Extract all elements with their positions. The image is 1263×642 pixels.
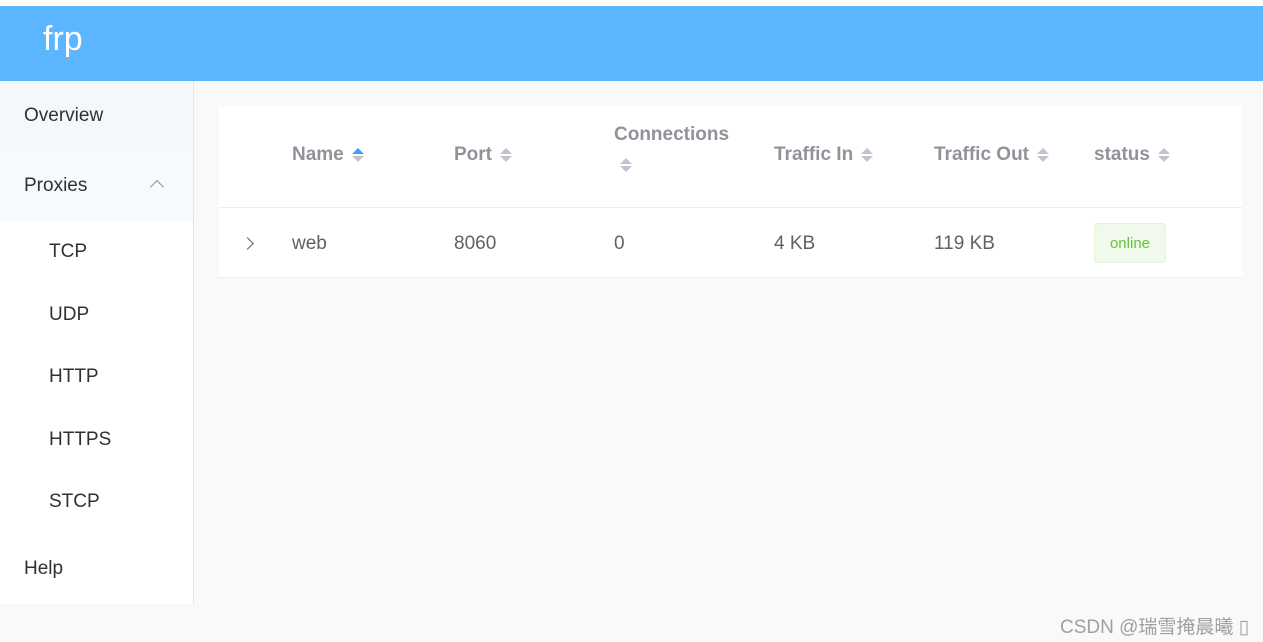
column-header-label: status: [1094, 144, 1150, 165]
cell-connections: 0: [614, 233, 625, 254]
sort-caret-icon[interactable]: [861, 148, 874, 162]
sort-caret-icon[interactable]: [500, 148, 512, 162]
column-header-label: Connections: [614, 124, 730, 145]
sidebar-item-proxies[interactable]: Proxies: [0, 151, 193, 221]
column-header-status[interactable]: status: [1094, 144, 1170, 166]
sidebar-item-label: HTTP: [49, 366, 99, 387]
column-header-label: Name: [292, 144, 344, 165]
sort-caret-icon[interactable]: [620, 158, 632, 172]
column-header-name[interactable]: Name: [292, 144, 364, 166]
app-header: frp: [0, 6, 1263, 81]
sort-caret-icon[interactable]: [351, 148, 364, 162]
column-header-label: Port: [454, 144, 492, 165]
sidebar-item-label: Help: [24, 558, 64, 579]
sidebar: Overview Proxies TCP UDP HTTP HTTPS STCP…: [0, 81, 194, 604]
sort-caret-icon[interactable]: [1157, 148, 1170, 162]
column-header-label: Traffic In: [774, 144, 854, 165]
sidebar-item-label: Proxies: [24, 175, 88, 196]
cell-port: 8060: [454, 233, 497, 254]
column-header-connections[interactable]: Connections: [614, 124, 729, 172]
column-header-traffic-out[interactable]: Traffic Out: [934, 144, 1050, 166]
table-row[interactable]: web 8060 0 4 KB 119 KB online: [219, 209, 1242, 278]
sidebar-item-https[interactable]: HTTPS: [0, 409, 193, 471]
cell-traffic-in: 4 KB: [774, 233, 816, 254]
column-header-label: Traffic Out: [934, 144, 1030, 165]
proxies-table: Name Port Connections Traffic In Traffic…: [219, 106, 1242, 278]
brand-logo[interactable]: frp: [43, 20, 83, 59]
sidebar-item-label: HTTPS: [49, 429, 112, 450]
table-header: Name Port Connections Traffic In Traffic…: [219, 106, 1242, 208]
sidebar-item-label: TCP: [49, 241, 87, 262]
column-header-traffic-in[interactable]: Traffic In: [774, 144, 874, 166]
sidebar-item-help[interactable]: Help: [0, 534, 193, 604]
cell-traffic-out: 119 KB: [934, 233, 995, 254]
cell-name: web: [292, 233, 327, 254]
sidebar-item-udp[interactable]: UDP: [0, 284, 193, 346]
status-badge: online: [1094, 223, 1166, 263]
sidebar-item-label: STCP: [49, 491, 100, 512]
sidebar-item-label: Overview: [24, 105, 104, 126]
sidebar-item-stcp[interactable]: STCP: [0, 471, 193, 533]
chevron-right-icon[interactable]: [241, 237, 254, 250]
chevron-up-icon: [149, 179, 165, 195]
sidebar-item-overview[interactable]: Overview: [0, 81, 193, 151]
watermark: CSDN @瑞雪掩晨曦 ▯: [1060, 617, 1250, 638]
sidebar-item-tcp[interactable]: TCP: [0, 221, 193, 283]
column-header-port[interactable]: Port: [454, 144, 512, 166]
sidebar-item-http[interactable]: HTTP: [0, 346, 193, 408]
sidebar-item-label: UDP: [49, 304, 90, 325]
sort-caret-icon[interactable]: [1037, 148, 1050, 162]
